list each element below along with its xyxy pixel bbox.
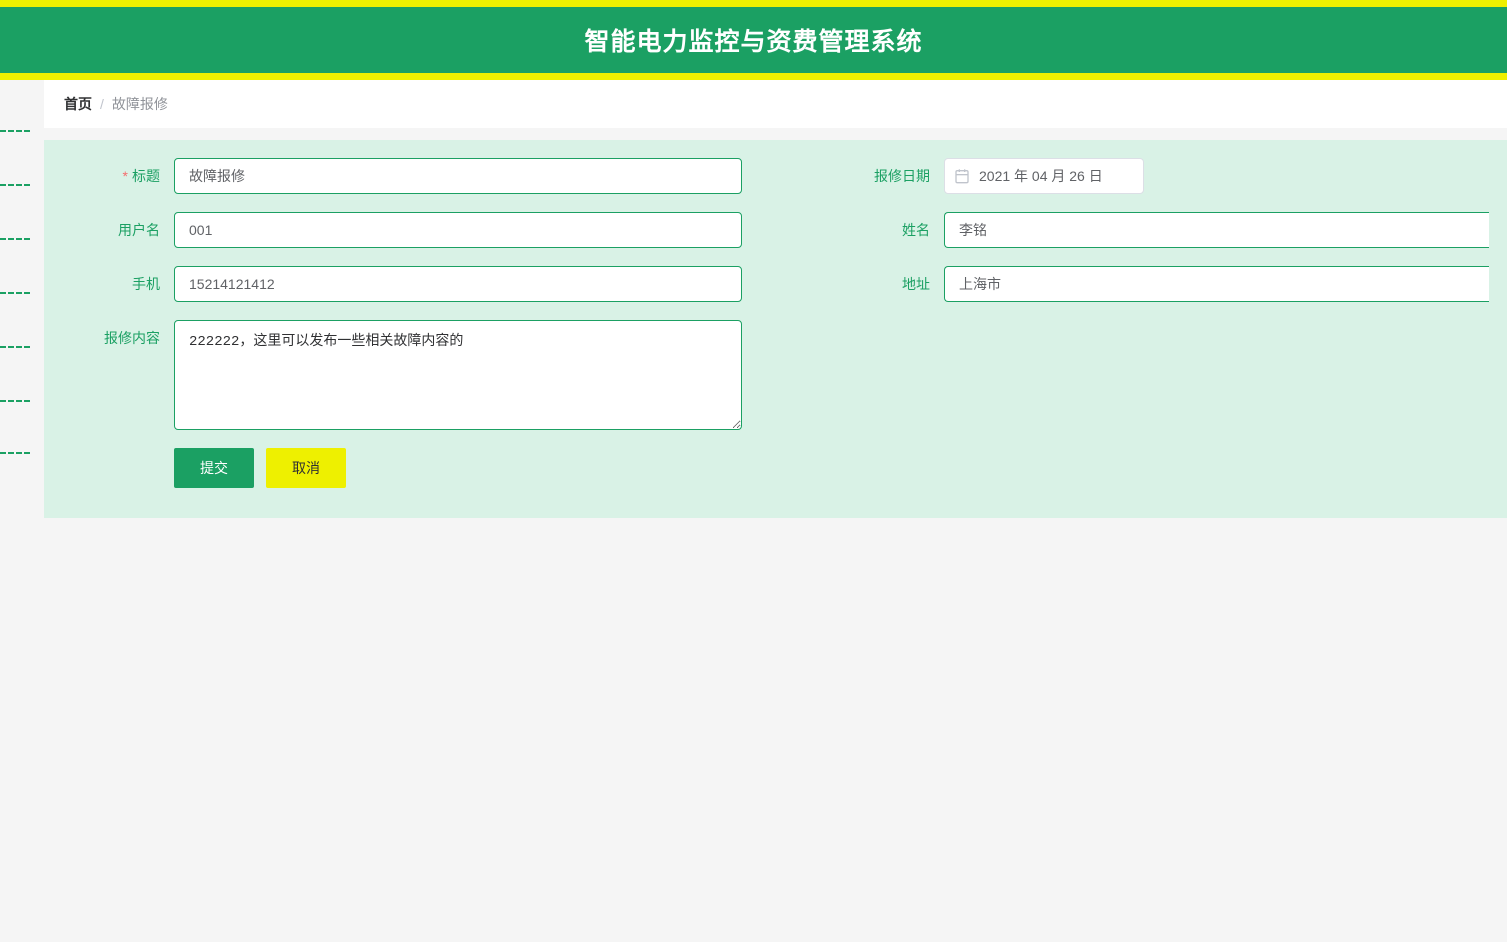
label-address: 地址: [832, 266, 944, 302]
top-accent-strip: [0, 0, 1507, 7]
sidebar: [0, 80, 30, 518]
sidebar-item[interactable]: [0, 130, 30, 184]
address-input[interactable]: [944, 266, 1489, 302]
username-input[interactable]: [174, 212, 742, 248]
calendar-icon: [954, 168, 970, 184]
label-username: 用户名: [62, 212, 174, 248]
label-phone: 手机: [62, 266, 174, 302]
breadcrumb-separator: /: [100, 96, 104, 112]
header-title: 智能电力监控与资费管理系统: [584, 28, 922, 56]
breadcrumb-home[interactable]: 首页: [64, 94, 92, 114]
breadcrumb-current: 故障报修: [112, 94, 168, 114]
sidebar-item[interactable]: [0, 346, 30, 400]
content-textarea[interactable]: [174, 320, 742, 430]
title-input[interactable]: [174, 158, 742, 194]
page-header: 智能电力监控与资费管理系统: [0, 7, 1507, 73]
label-title: 标题: [62, 158, 174, 194]
breadcrumb: 首页 / 故障报修: [44, 80, 1507, 128]
sidebar-item[interactable]: [0, 238, 30, 292]
cancel-button[interactable]: 取消: [266, 448, 346, 488]
label-content: 报修内容: [62, 320, 174, 356]
sidebar-item[interactable]: [0, 292, 30, 346]
bottom-accent-strip: [0, 73, 1507, 80]
date-input[interactable]: [944, 158, 1144, 194]
sidebar-item[interactable]: [0, 184, 30, 238]
submit-button[interactable]: 提交: [174, 448, 254, 488]
name-input[interactable]: [944, 212, 1489, 248]
sidebar-item[interactable]: [0, 400, 30, 454]
label-date: 报修日期: [832, 158, 944, 194]
phone-input[interactable]: [174, 266, 742, 302]
form-card: 标题 报修日期: [44, 140, 1507, 518]
label-name: 姓名: [832, 212, 944, 248]
